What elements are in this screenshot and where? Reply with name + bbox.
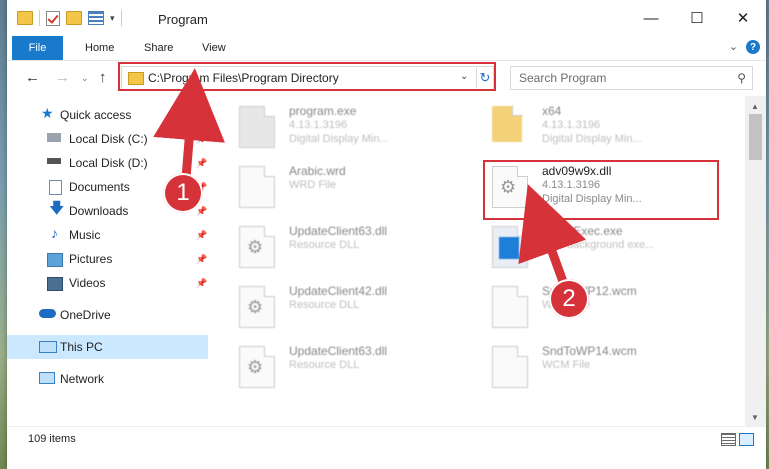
- callout-badge-1: 1: [163, 173, 203, 213]
- callout-arrow-1: [153, 68, 225, 179]
- callout-arrows: [153, 68, 587, 292]
- callout-badge-2: 2: [549, 279, 589, 319]
